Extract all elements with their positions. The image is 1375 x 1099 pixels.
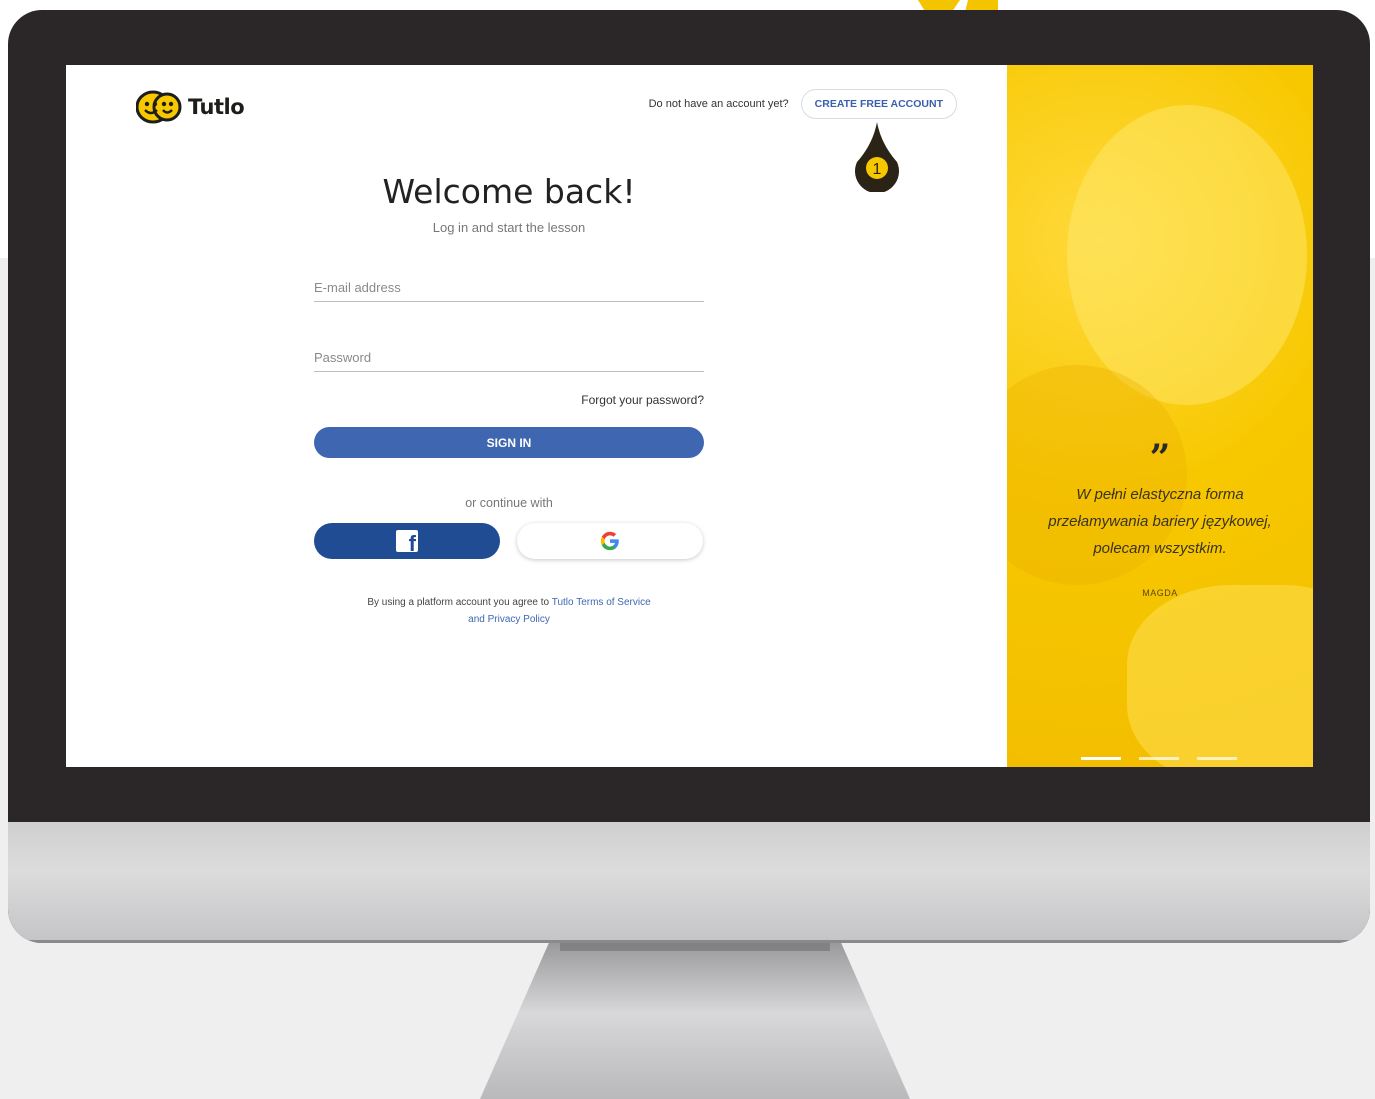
google-icon [600,531,619,551]
testimonial-author: MAGDA [1142,588,1178,598]
carousel-dots [1081,757,1237,760]
no-account-text: Do not have an account yet? [648,98,789,110]
password-field[interactable] [314,343,704,372]
monitor-stand [480,943,910,1099]
testimonial-quote: W pełni elastyczna forma przełamywania b… [1048,486,1272,557]
page-title: Welcome back! [382,172,636,211]
carousel-dot[interactable] [1081,757,1121,760]
login-panel: Tutlo Do not have an account yet? CREATE… [66,65,1007,767]
account-prompt: Do not have an account yet? CREATE FREE … [649,89,957,119]
continue-with-text: or continue with [465,496,553,510]
testimonial-panel: ” W pełni elastyczna forma przełamywania… [1007,65,1313,767]
logo[interactable]: Tutlo [136,89,245,125]
carousel-dot[interactable] [1197,757,1237,760]
photo-overlay [1067,105,1307,405]
tutlo-logo-icon [136,90,182,124]
privacy-policy-link[interactable]: and Privacy Policy [468,614,550,625]
monitor-stand-shadow [560,943,830,951]
facebook-login-button[interactable]: f [314,523,500,559]
carousel-dot[interactable] [1139,757,1179,760]
photo-overlay [1127,585,1313,767]
page-subtitle: Log in and start the lesson [432,220,586,235]
email-field[interactable] [314,273,704,302]
logo-text: Tutlo [188,95,245,119]
terms-text: By using a platform account you agree to… [306,594,712,628]
create-free-account-button[interactable]: CREATE FREE ACCOUNT [800,89,957,119]
sign-in-button[interactable]: SIGN IN [314,427,704,458]
terms-prefix: By using a platform account you agree to [367,597,550,608]
forgot-password-link[interactable]: Forgot your password? [581,393,704,407]
monitor-chin [8,822,1370,943]
screen: Tutlo Do not have an account yet? CREATE… [66,65,1313,767]
google-login-button[interactable] [517,523,703,559]
terms-of-service-link[interactable]: Tutlo Terms of Service [552,597,651,608]
facebook-icon: f [396,530,418,555]
quote-icon: ” [1149,437,1171,479]
